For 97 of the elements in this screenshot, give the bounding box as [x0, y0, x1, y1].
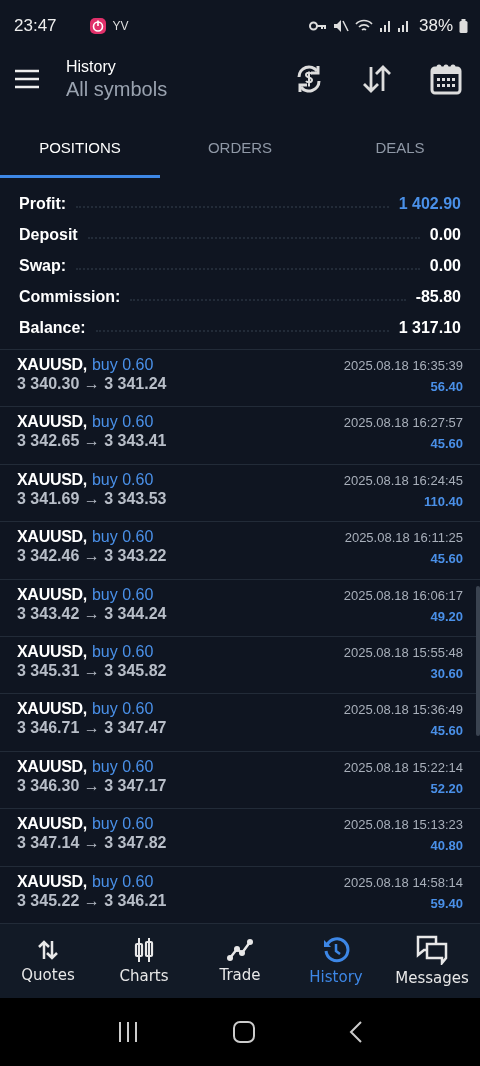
position-row[interactable]: XAUUSD, buy 0.60 3 345.22 → 3 346.21 2025.08.18 14:58:14 59.40: [0, 866, 480, 924]
position-prices: 3 342.65 → 3 343.41: [17, 432, 167, 451]
position-row[interactable]: XAUUSD, buy 0.60 3 342.65 → 3 343.41 2025.08.18 16:27:57 45.60: [0, 407, 480, 465]
position-order: buy 0.60: [91, 872, 154, 891]
wifi-icon: [354, 19, 373, 33]
tab[interactable]: ORDERS: [160, 110, 320, 178]
position-order: buy 0.60: [91, 413, 154, 432]
position-time: 2025.08.18 16:35:39: [343, 358, 463, 373]
summary-value: 1 402.90: [398, 194, 461, 213]
position-profit: 30.60: [430, 665, 463, 681]
position-time: 2025.08.18 16:24:45: [343, 472, 463, 488]
summary-value: -85.80: [415, 287, 461, 306]
position-row[interactable]: XAUUSD, buy 0.60 3 347.14 → 3 347.82 2025.08.18 15:13:23 40.80: [0, 809, 480, 867]
position-time: 2025.08.18 15:55:48: [343, 644, 463, 660]
tab[interactable]: POSITIONS: [0, 110, 160, 178]
position-prices: 3 347.14 → 3 347.82: [17, 834, 167, 853]
position-profit: 52.20: [430, 780, 463, 796]
battery-icon: [459, 19, 468, 33]
position-row[interactable]: XAUUSD, buy 0.60 3 340.30 → 3 341.24 2025.08.18 16:35:39 56.40: [0, 350, 480, 408]
position-profit: 45.60: [430, 436, 463, 452]
summary-value: 1 317.10: [398, 318, 461, 337]
position-profit: 56.40: [430, 379, 463, 394]
position-symbol: XAUUSD,: [17, 585, 87, 604]
nav-tab[interactable]: Quotes: [0, 924, 96, 998]
position-prices: 3 341.69 → 3 343.53: [17, 489, 167, 508]
sort-icon[interactable]: [362, 64, 392, 94]
position-prices: 3 345.31 → 3 345.82: [17, 661, 167, 680]
calendar-icon[interactable]: [430, 63, 462, 95]
nav-tab[interactable]: Charts: [96, 924, 192, 998]
position-prices: 3 346.71 → 3 347.47: [17, 719, 167, 738]
position-time: 2025.08.18 15:36:49: [343, 702, 463, 718]
position-order: buy 0.60: [91, 585, 154, 604]
position-order: buy 0.60: [91, 356, 154, 374]
position-profit: 40.80: [430, 838, 463, 854]
position-time: 2025.08.18 16:11:25: [344, 530, 463, 546]
position-symbol: XAUUSD,: [17, 470, 87, 489]
status-time: 23:47: [14, 16, 57, 36]
position-time: 2025.08.18 15:13:23: [343, 817, 463, 833]
position-profit: 110.40: [423, 493, 463, 509]
position-symbol: XAUUSD,: [17, 757, 87, 776]
nav-tab[interactable]: Trade: [192, 924, 288, 998]
position-profit: 59.40: [430, 895, 463, 911]
summary-value: 0.00: [429, 225, 461, 244]
tab[interactable]: DEALS: [320, 110, 480, 178]
app-notification-icon: [88, 17, 107, 35]
battery-level: 38%: [418, 16, 453, 36]
history-icon: [322, 936, 350, 964]
position-time: 2025.08.18 16:06:17: [343, 587, 463, 603]
position-symbol: XAUUSD,: [17, 642, 87, 661]
nav-tab[interactable]: History: [288, 924, 384, 998]
line-chart-icon: [226, 938, 254, 962]
summary-label: Profit:: [19, 194, 67, 213]
status-carrier: YV: [112, 19, 129, 33]
summary-label: Swap:: [19, 256, 67, 275]
position-row[interactable]: XAUUSD, buy 0.60 3 341.69 → 3 343.53 2025.08.18 16:24:45 110.40: [0, 464, 480, 523]
screen-title: History: [66, 57, 117, 76]
back-icon[interactable]: [349, 1021, 363, 1043]
position-symbol: XAUUSD,: [17, 356, 87, 374]
chat-icon: [416, 935, 448, 965]
position-order: buy 0.60: [91, 642, 154, 661]
mute-icon: [332, 19, 349, 33]
home-icon[interactable]: [233, 1021, 255, 1043]
position-row[interactable]: XAUUSD, buy 0.60 3 342.46 → 3 343.22 2025.08.18 16:11:25 45.60: [0, 522, 480, 580]
position-time: 2025.08.18 16:27:57: [343, 415, 463, 431]
candlestick-icon: [132, 937, 156, 963]
position-order: buy 0.60: [91, 528, 154, 547]
recent-apps-icon[interactable]: [117, 1021, 139, 1043]
summary-label: Balance:: [19, 318, 86, 337]
position-row[interactable]: XAUUSD, buy 0.60 3 346.30 → 3 347.17 2025.08.18 15:22:14 52.20: [0, 751, 480, 810]
position-order: buy 0.60: [91, 757, 154, 776]
position-symbol: XAUUSD,: [17, 413, 87, 432]
symbol-filter[interactable]: All symbols: [66, 77, 256, 101]
position-profit: 49.20: [430, 608, 463, 624]
position-order: buy 0.60: [91, 470, 154, 489]
position-symbol: XAUUSD,: [17, 872, 87, 891]
key-icon: [308, 21, 327, 31]
position-prices: 3 340.30 → 3 341.24: [17, 375, 167, 393]
summary-label: Commission:: [19, 287, 121, 306]
position-profit: 45.60: [430, 723, 463, 739]
position-prices: 3 343.42 → 3 344.24: [17, 604, 167, 623]
nav-tab[interactable]: Messages: [384, 924, 480, 998]
position-profit: 45.60: [430, 551, 463, 567]
position-prices: 3 346.30 → 3 347.17: [17, 776, 167, 795]
position-time: 2025.08.18 15:22:14: [343, 759, 463, 775]
position-prices: 3 342.46 → 3 343.22: [17, 547, 167, 566]
menu-icon[interactable]: [14, 69, 40, 89]
position-time: 2025.08.18 14:58:14: [343, 874, 463, 890]
summary-label: Deposit: [19, 225, 78, 244]
position-order: buy 0.60: [91, 700, 154, 719]
position-symbol: XAUUSD,: [17, 815, 87, 834]
position-symbol: XAUUSD,: [17, 700, 87, 719]
position-prices: 3 345.22 → 3 346.21: [17, 891, 167, 910]
scrollbar[interactable]: [476, 586, 480, 736]
position-symbol: XAUUSD,: [17, 528, 87, 547]
summary-value: 0.00: [429, 256, 461, 275]
position-order: buy 0.60: [91, 815, 154, 834]
arrows-icon: [36, 938, 60, 962]
